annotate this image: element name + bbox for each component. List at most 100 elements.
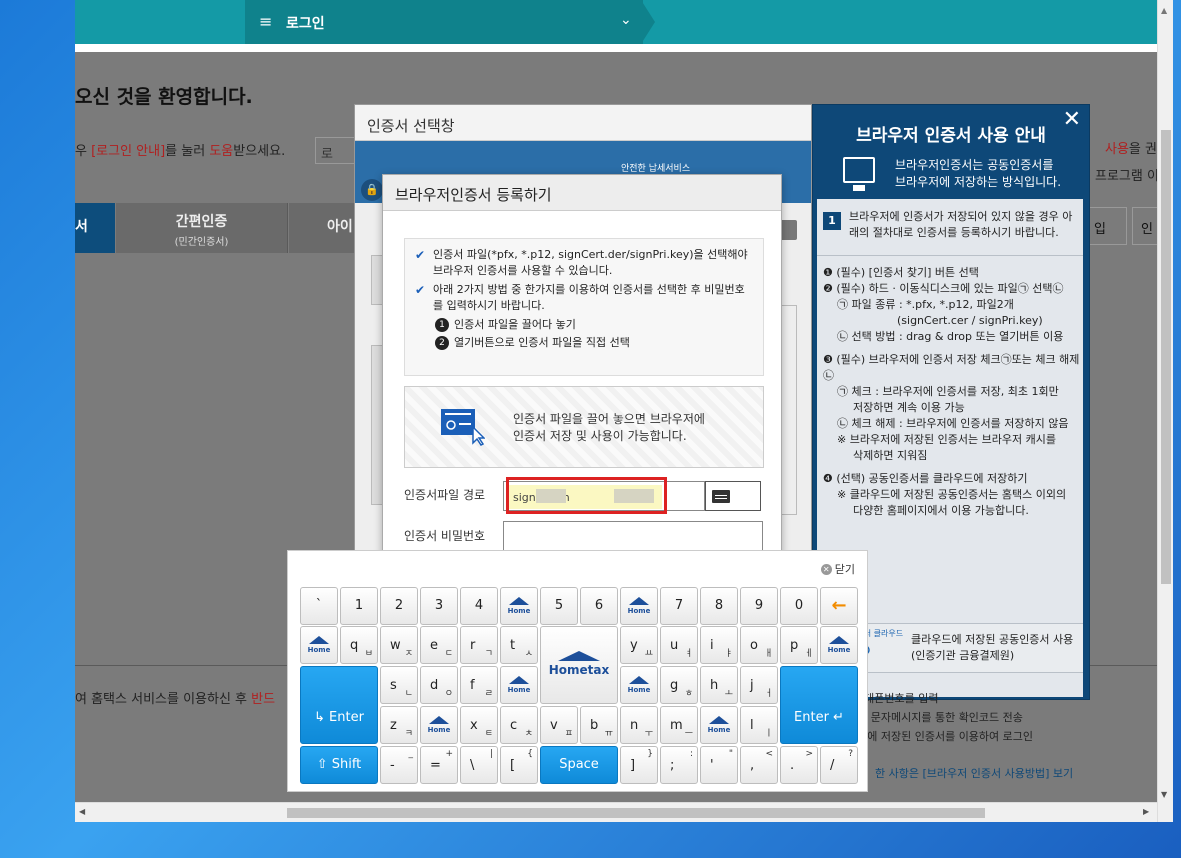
key[interactable]: nㅜ (620, 706, 658, 744)
hamburger-icon[interactable]: ≡ (259, 12, 272, 31)
key[interactable]: wㅈ (380, 626, 418, 664)
backspace-key[interactable]: ← (820, 587, 858, 625)
key-alt-char: ㅔ (804, 649, 813, 659)
key-char: c (510, 718, 518, 733)
login-guide-link[interactable]: [로그인 안내] (91, 144, 165, 159)
key[interactable]: 4 (460, 587, 498, 625)
key[interactable]: gㅎ (660, 666, 698, 704)
keyboard-close-button[interactable]: ✕ 닫기 (820, 561, 855, 577)
key-alt-char: ㅡ (684, 729, 693, 739)
home-icon (509, 676, 529, 684)
key[interactable]: ` (300, 587, 338, 625)
tab-certificate[interactable]: 서 (75, 203, 115, 253)
shift-key[interactable]: ⇧ Shift (300, 746, 378, 784)
open-file-button[interactable] (705, 481, 761, 511)
guide-step-item: ㉡ 체크 해제 : 브라우저에 인증서를 저장하지 않음 (837, 417, 1069, 430)
key[interactable]: \ | (460, 746, 498, 784)
hometax-logo-key[interactable]: Hometax (540, 626, 618, 704)
key[interactable]: lㅣ (740, 706, 778, 744)
home-logo-key[interactable]: Home (300, 626, 338, 664)
key-alt-char: ㄴ (404, 689, 413, 699)
key[interactable]: vㅍ (540, 706, 578, 744)
key[interactable]: fㄹ (460, 666, 498, 704)
key-char: i (710, 638, 714, 653)
key[interactable]: pㅔ (780, 626, 818, 664)
key-alt-char: ㅗ (724, 689, 733, 699)
chevron-down-icon[interactable]: ⌄ (620, 12, 632, 28)
key[interactable]: 5 (540, 587, 578, 625)
guide-step-item: 다양한 홈페이지에서 이용 가능합니다. (853, 504, 1029, 517)
key-char: 6 (594, 598, 604, 613)
key[interactable]: tㅅ (500, 626, 538, 664)
key[interactable]: 8 (700, 587, 738, 625)
cloud-step: 우드에 저장된 인증서를 이용하여 로그인 (847, 730, 1034, 743)
guide-link[interactable]: 한 사항은 [브라우저 인증서 사용방법] 보기 (875, 765, 1073, 781)
key[interactable]: 0 (780, 587, 818, 625)
home-logo-key[interactable]: Home (500, 587, 538, 625)
home-logo-key[interactable]: Home (620, 587, 658, 625)
scroll-thumb[interactable] (1161, 130, 1171, 584)
guide-desc-1: 브라우저인증서는 공동인증서를 (895, 158, 1054, 172)
key[interactable]: eㄷ (420, 626, 458, 664)
enter-key-right[interactable]: Enter ↵ (780, 666, 858, 744)
key-char: x (470, 718, 478, 733)
tab-id-label: 아이 (327, 219, 353, 235)
key-char: d (430, 678, 439, 693)
cert-password-input[interactable] (503, 521, 763, 551)
vertical-scrollbar[interactable]: ▲ ▼ (1157, 0, 1173, 822)
home-key-text: Home (507, 607, 531, 615)
key[interactable]: /? (820, 746, 858, 784)
key[interactable]: 2 (380, 587, 418, 625)
space-key[interactable]: Space (540, 746, 618, 784)
key[interactable]: rㄱ (460, 626, 498, 664)
login-guide-button[interactable]: 로 (315, 137, 355, 164)
key[interactable]: 9 (740, 587, 778, 625)
scroll-right-icon[interactable]: ▶ (1143, 807, 1149, 816)
home-logo-key[interactable]: Home (700, 706, 738, 744)
key[interactable]: bㅠ (580, 706, 618, 744)
scroll-left-icon[interactable]: ◀ (79, 807, 85, 816)
file-drop-zone[interactable]: 인증서 파일을 끌어 놓으면 브라우저에 인증서 저장 및 사용이 가능합니다. (404, 386, 764, 468)
key[interactable]: - _ (380, 746, 418, 784)
scroll-up-icon[interactable]: ▲ (1161, 6, 1167, 15)
home-icon (709, 716, 729, 724)
key[interactable]: . > (780, 746, 818, 784)
cloud-steps: · 휴대폰번호를 입력 전화 문자메시지를 통한 확인코드 전송 우드에 저장된… (847, 689, 1033, 746)
key[interactable]: 7 (660, 587, 698, 625)
key[interactable]: ;: (660, 746, 698, 784)
key[interactable]: ' " (700, 746, 738, 784)
key[interactable]: dㅇ (420, 666, 458, 704)
guide-mid: 를 눌러 (165, 144, 210, 159)
key[interactable]: , < (740, 746, 778, 784)
enter-key-left[interactable]: ↳ Enter (300, 666, 378, 744)
key[interactable]: sㄴ (380, 666, 418, 704)
key[interactable]: ]} (620, 746, 658, 784)
home-logo-key[interactable]: Home (500, 666, 538, 704)
key[interactable]: qㅂ (340, 626, 378, 664)
key[interactable]: mㅡ (660, 706, 698, 744)
key[interactable]: 1 (340, 587, 378, 625)
tab-simple-auth[interactable]: 간편인증 (민간인증서) (116, 203, 288, 253)
key[interactable]: hㅗ (700, 666, 738, 704)
key[interactable]: cㅊ (500, 706, 538, 744)
key[interactable]: xㅌ (460, 706, 498, 744)
hscroll-thumb[interactable] (287, 808, 985, 818)
tab-id-login[interactable]: 아이 (289, 203, 359, 253)
key[interactable]: [{ (500, 746, 538, 784)
key[interactable]: iㅑ (700, 626, 738, 664)
horizontal-scrollbar[interactable]: ◀ ▶ (75, 802, 1157, 822)
right-tab-1[interactable]: 입 (1085, 207, 1127, 245)
key[interactable]: oㅐ (740, 626, 778, 664)
key[interactable]: jㅓ (740, 666, 778, 704)
key[interactable]: uㅕ (660, 626, 698, 664)
login-menu-label[interactable]: 로그인 (286, 13, 325, 33)
key[interactable]: = + (420, 746, 458, 784)
home-logo-key[interactable]: Home (620, 666, 658, 704)
key[interactable]: zㅋ (380, 706, 418, 744)
scroll-down-icon[interactable]: ▼ (1161, 790, 1167, 799)
key[interactable]: 6 (580, 587, 618, 625)
home-logo-key[interactable]: Home (820, 626, 858, 664)
key[interactable]: yㅛ (620, 626, 658, 664)
key[interactable]: 3 (420, 587, 458, 625)
home-logo-key[interactable]: Home (420, 706, 458, 744)
